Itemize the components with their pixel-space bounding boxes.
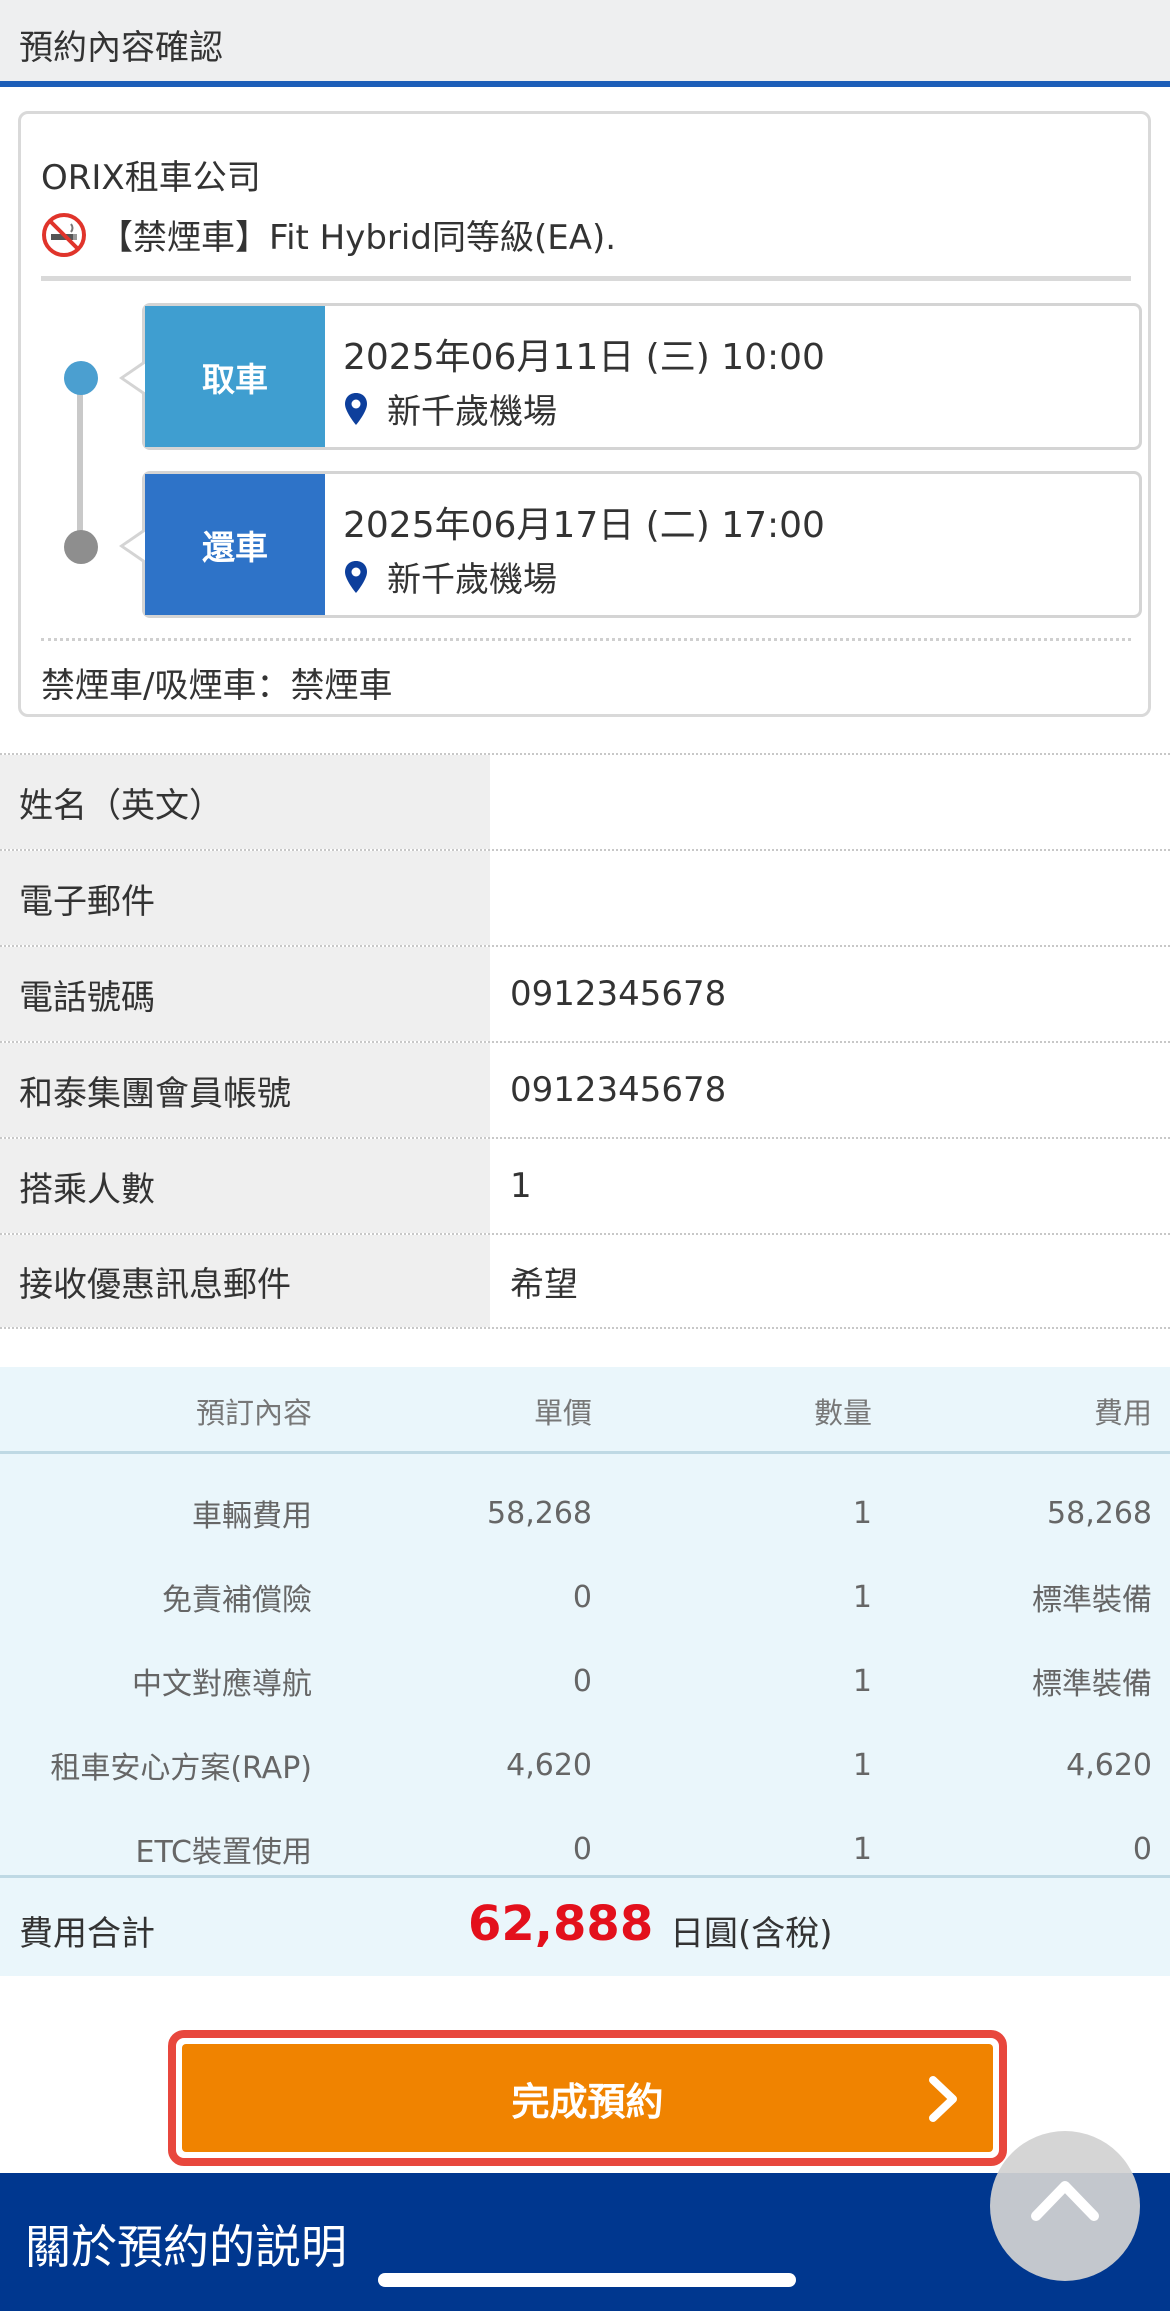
fee-header-row: 預訂內容 單價 數量 費用 xyxy=(0,1367,1170,1454)
fee-quantity: 1 xyxy=(852,1747,872,1783)
fee-quantity: 1 xyxy=(852,1495,872,1531)
return-datetime: 2025年06月17日 (二) 17:00 xyxy=(343,505,825,546)
table-row: 接收優惠訊息郵件 希望 xyxy=(0,1233,1170,1329)
row-value: 0912345678 xyxy=(510,1070,727,1110)
fee-amount: 58,268 xyxy=(1047,1495,1152,1531)
fee-unit-price: 0 xyxy=(572,1663,592,1699)
pickup-label: 取車 xyxy=(145,306,325,447)
row-label: 電話號碼 xyxy=(0,947,490,1041)
fee-unit-price: 0 xyxy=(572,1579,592,1615)
table-row: 中文對應導航 0 1 標準裝備 xyxy=(0,1639,1170,1723)
table-row: 車輛費用 58,268 1 58,268 xyxy=(0,1471,1170,1555)
page-header: 預約內容確認 xyxy=(0,0,1170,87)
pickup-box: 取車 2025年06月11日 (三) 10:00 新千歲機場 xyxy=(119,303,1142,450)
fee-unit-price: 58,268 xyxy=(487,1495,592,1531)
return-location: 新千歲機場 xyxy=(343,552,557,601)
pickup-location: 新千歲機場 xyxy=(343,384,557,433)
fee-unit-price: 4,620 xyxy=(506,1747,592,1783)
return-box: 還車 2025年06月17日 (二) 17:00 新千歲機場 xyxy=(119,471,1142,618)
fee-amount: 4,620 xyxy=(1066,1747,1152,1783)
home-indicator xyxy=(378,2273,796,2287)
fee-total-row: 費用合計 62,888 日圓(含稅) xyxy=(0,1875,1170,1976)
row-label: 搭乘人數 xyxy=(0,1139,490,1233)
smoking-info: 禁煙車/吸煙車：禁煙車 xyxy=(41,666,393,706)
complete-button-highlight: 完成預約 xyxy=(168,2030,1007,2166)
row-value: 希望 xyxy=(510,1264,578,1305)
fee-item: 車輛費用 xyxy=(192,1499,312,1534)
row-label: 和泰集團會員帳號 xyxy=(0,1043,490,1137)
total-amount: 62,888 xyxy=(468,1896,654,1952)
table-row: 電話號碼 0912345678 xyxy=(0,945,1170,1041)
divider xyxy=(41,638,1131,641)
row-value: 1 xyxy=(510,1166,532,1206)
timeline-line xyxy=(77,376,83,546)
return-label: 還車 xyxy=(145,474,325,615)
fee-amount: 標準裝備 xyxy=(1032,1667,1152,1702)
pickup-location-text: 新千歲機場 xyxy=(387,392,557,432)
complete-reservation-button[interactable]: 完成預約 xyxy=(182,2044,993,2152)
complete-button-label: 完成預約 xyxy=(511,2079,664,2124)
table-row: 和泰集團會員帳號 0912345678 xyxy=(0,1041,1170,1137)
fee-quantity: 1 xyxy=(852,1579,872,1615)
car-class: 【禁煙車】Fit Hybrid同等級(EA). xyxy=(41,210,616,259)
chevron-right-icon xyxy=(929,2076,957,2122)
scroll-to-top-button[interactable] xyxy=(990,2131,1140,2281)
table-row: 姓名（英文） xyxy=(0,753,1170,849)
customer-info-table: 姓名（英文） 電子郵件 電話號碼 0912345678 和泰集團會員帳號 091… xyxy=(0,753,1170,1329)
car-class-text: 【禁煙車】Fit Hybrid同等級(EA). xyxy=(99,218,617,258)
row-label: 姓名（英文） xyxy=(0,755,490,849)
reservation-card: ORIX租車公司 【禁煙車】Fit Hybrid同等級(EA). 取車 2025… xyxy=(18,111,1151,717)
pickup-datetime: 2025年06月11日 (三) 10:00 xyxy=(343,337,825,378)
notes-title: 關於預約的説明 xyxy=(25,2220,347,2274)
fee-item: 中文對應導航 xyxy=(132,1667,312,1702)
fee-quantity: 1 xyxy=(852,1663,872,1699)
table-row: 電子郵件 xyxy=(0,849,1170,945)
row-label: 電子郵件 xyxy=(0,851,490,945)
rental-company: ORIX租車公司 xyxy=(41,158,261,198)
header-cell: 費用 xyxy=(1093,1395,1152,1430)
header-cell: 單價 xyxy=(533,1395,592,1430)
location-pin-icon xyxy=(345,392,367,425)
header-cell: 預訂內容 xyxy=(195,1395,312,1430)
row-value xyxy=(490,851,1170,945)
fee-item: 租車安心方案(RAP) xyxy=(50,1751,312,1786)
location-pin-icon xyxy=(345,560,367,593)
table-row: 租車安心方案(RAP) 4,620 1 4,620 xyxy=(0,1723,1170,1807)
fee-item: 免責補償險 xyxy=(162,1583,312,1618)
row-value xyxy=(490,755,1170,849)
fee-table: 預訂內容 單價 數量 費用 車輛費用 58,268 1 58,268 免責補償險… xyxy=(0,1367,1170,1976)
chevron-up-icon xyxy=(1031,2181,1099,2221)
header-cell: 數量 xyxy=(813,1395,872,1430)
table-row: 免責補償險 0 1 標準裝備 xyxy=(0,1555,1170,1639)
table-row: 搭乘人數 1 xyxy=(0,1137,1170,1233)
row-label: 接收優惠訊息郵件 xyxy=(0,1235,490,1327)
no-smoking-icon xyxy=(42,212,86,257)
divider xyxy=(41,276,1131,281)
pickup-dot xyxy=(64,361,98,395)
total-label: 費用合計 xyxy=(19,1914,155,1954)
page-title: 預約內容確認 xyxy=(19,28,223,68)
return-dot xyxy=(64,530,98,564)
fee-amount: 標準裝備 xyxy=(1032,1583,1152,1618)
return-location-text: 新千歲機場 xyxy=(387,560,557,600)
total-unit: 日圓(含稅) xyxy=(670,1914,833,1954)
row-value: 0912345678 xyxy=(510,974,727,1014)
